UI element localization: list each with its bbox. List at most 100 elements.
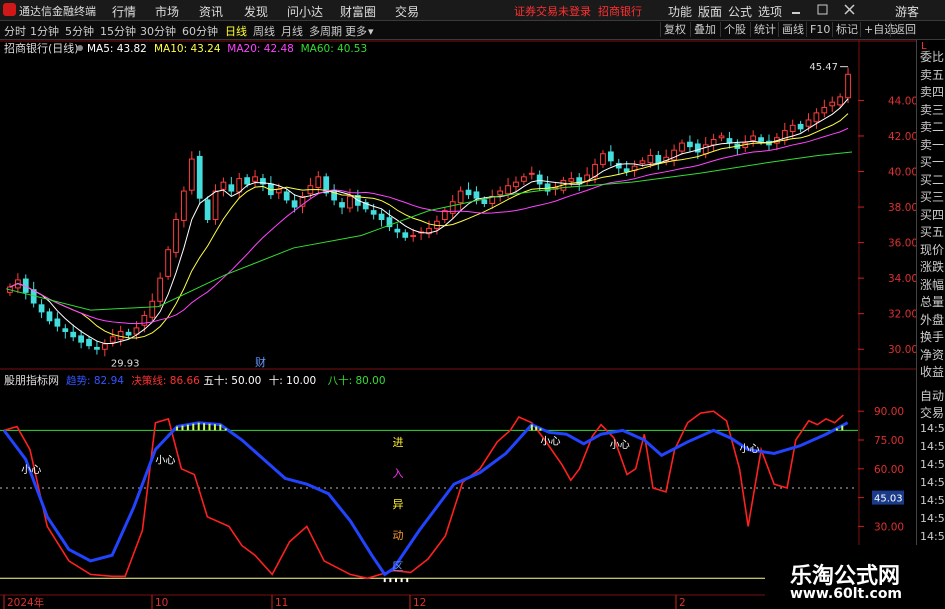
menu-trade[interactable]: 交易: [395, 3, 419, 20]
menu-layout[interactable]: 版面: [698, 3, 722, 20]
candle-body-76: [607, 151, 614, 162]
candle-body-18: [149, 300, 156, 318]
menu-formula[interactable]: 公式: [728, 3, 752, 20]
chevron-down-icon[interactable]: ▾: [368, 25, 374, 38]
btn-stock[interactable]: 个股: [720, 22, 749, 37]
period-multi[interactable]: 多周期: [309, 23, 342, 39]
candle-body-47: [378, 213, 385, 220]
btn-draw[interactable]: 画线: [778, 22, 807, 37]
menu-market[interactable]: 行情: [112, 3, 136, 20]
menu-news[interactable]: 资讯: [199, 3, 223, 20]
indicator-legend-4: 八十: 80.00: [328, 374, 386, 387]
quote-label-6: 买一: [920, 155, 945, 169]
candle-body-26: [212, 190, 219, 220]
ma-label-2: MA20: 42.48: [227, 43, 294, 55]
stock-legend: 招商银行(日线): [4, 41, 79, 55]
quote-label-14: 总量: [920, 295, 945, 309]
minimize-icon[interactable]: [792, 12, 800, 14]
legend-dot-icon: [77, 45, 83, 51]
period-more[interactable]: 更多: [345, 23, 367, 39]
caution-label-0: 小心: [21, 464, 41, 476]
anomaly-text-4: 区: [393, 560, 404, 573]
period-30min[interactable]: 30分钟: [140, 23, 176, 39]
candle-body-103: [821, 107, 828, 114]
stock-name-link[interactable]: 招商银行: [598, 5, 642, 18]
indicator-legend-3: 十: 10.00: [269, 374, 316, 387]
btn-f10[interactable]: F10: [806, 22, 833, 37]
high-price-label: 45.47: [809, 62, 838, 73]
quote-label-15: 外盘: [920, 312, 945, 327]
btn-back[interactable]: 返回: [890, 22, 919, 37]
candle-body-88: [702, 144, 709, 155]
candle-body-71: [568, 178, 575, 182]
auto-trade-2[interactable]: 交易: [920, 404, 944, 421]
candle-body-27: [220, 181, 227, 190]
period-60min[interactable]: 60分钟: [182, 23, 218, 39]
btn-fuquan[interactable]: 复权: [660, 22, 689, 37]
candle-body-22: [181, 190, 187, 221]
menu-discover[interactable]: 发现: [244, 3, 268, 20]
candle-body-65: [521, 176, 527, 182]
logo-icon: [3, 3, 16, 16]
period-weekly[interactable]: 周线: [253, 23, 275, 39]
menu-market-list[interactable]: 市场: [155, 3, 179, 20]
btn-stats[interactable]: 统计: [750, 22, 779, 37]
candle-body-7: [62, 328, 69, 332]
stock-chart[interactable]: 招商银行(日线) MA5: 43.82 MA10: 43.24 MA20: 42.48…: [0, 40, 916, 609]
candle-body-62: [497, 190, 504, 196]
menu-options[interactable]: 选项: [758, 3, 782, 20]
period-5min[interactable]: 5分钟: [65, 23, 94, 39]
menu-function[interactable]: 功能: [668, 3, 692, 20]
candle-body-12: [101, 343, 108, 350]
period-1min[interactable]: 1分钟: [30, 23, 59, 39]
candle-body-6: [54, 318, 61, 327]
indicator-title: 股朋指标网: [4, 373, 59, 387]
price-tick-label-3: 38.00: [888, 202, 916, 214]
close-icon[interactable]: [844, 4, 855, 15]
candle-body-101: [805, 119, 812, 127]
candle-body-106: [845, 73, 851, 99]
anomaly-text-0: 进: [393, 436, 404, 449]
candle-body-72: [576, 177, 583, 185]
time-tick-label-0: 2024年: [7, 596, 44, 609]
anomaly-text-2: 异: [393, 498, 404, 511]
candle-body-86: [687, 141, 693, 148]
price-tick-label-5: 34.00: [888, 273, 916, 285]
candle-body-9: [78, 335, 84, 343]
btn-mark[interactable]: 标记: [832, 22, 861, 37]
menu-ask[interactable]: 问小达: [287, 3, 323, 20]
candle-body-81: [647, 155, 654, 164]
price-tick-label-4: 36.00: [888, 238, 916, 250]
indicator-legend-2: 五十: 50.00: [203, 374, 261, 387]
period-fenshi[interactable]: 分时: [4, 23, 26, 39]
auto-trade-1[interactable]: 自动: [920, 387, 944, 404]
candle-body-34: [275, 188, 282, 194]
candle-body-13: [109, 336, 116, 343]
caution-label-4: 小心: [740, 443, 760, 455]
period-daily[interactable]: 日线: [225, 23, 247, 39]
candle-body-8: [70, 331, 77, 338]
quote-label-12: 涨跌: [920, 260, 945, 274]
price-tick-label-2: 40.00: [888, 167, 916, 179]
price-tick-label-1: 42.00: [888, 131, 916, 143]
candle-body-78: [623, 168, 630, 173]
candle-body-17: [141, 314, 148, 326]
period-15min[interactable]: 15分钟: [100, 23, 136, 39]
indicator-legend-1: 决策线: 86.66: [131, 374, 200, 387]
candle-body-4: [38, 304, 45, 313]
quote-label-4: 卖二: [920, 120, 945, 134]
period-monthly[interactable]: 月线: [281, 23, 303, 39]
candle-body-16: [133, 327, 140, 335]
menu-wealth[interactable]: 财富圈: [340, 3, 376, 20]
candle-body-104: [829, 101, 836, 107]
btn-overlay[interactable]: 叠加: [690, 22, 719, 37]
candle-body-15: [125, 331, 132, 336]
quote-label-5: 卖一: [920, 137, 945, 152]
candle-body-11: [94, 346, 100, 350]
guest-label[interactable]: 游客: [895, 3, 919, 20]
candle-body-105: [837, 96, 844, 106]
candle-body-30: [244, 177, 251, 185]
maximize-icon[interactable]: [817, 4, 828, 15]
tick-time-0: 14:56: [920, 422, 945, 435]
decision-line: [3, 410, 844, 580]
